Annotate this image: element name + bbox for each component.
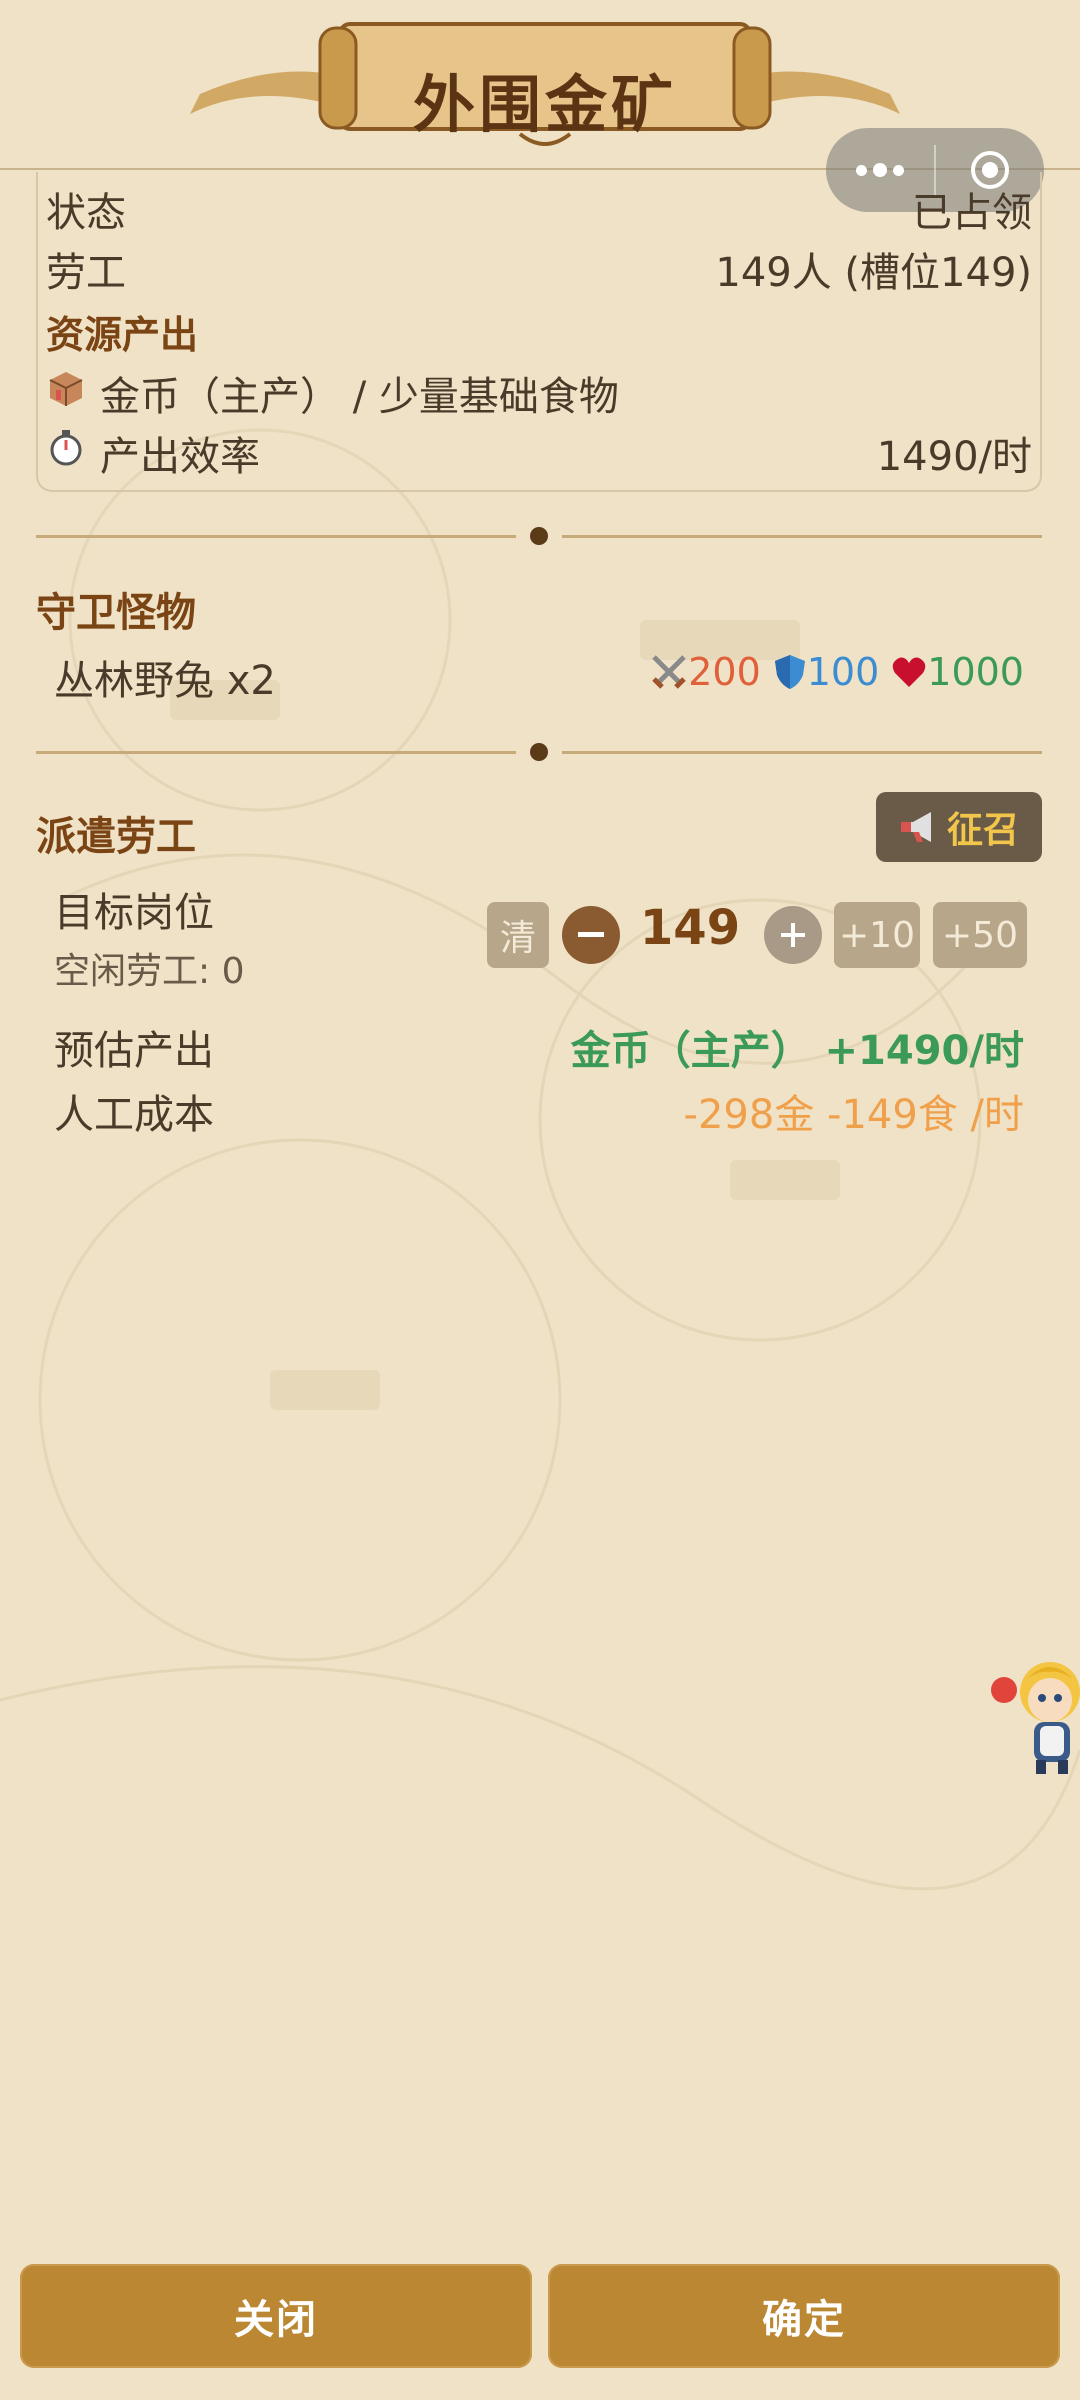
resource-title: 资源产出: [46, 313, 199, 357]
target-label: 目标岗位: [54, 890, 214, 936]
plus-button[interactable]: [764, 906, 822, 964]
plus-50-button[interactable]: +50: [933, 902, 1027, 968]
stopwatch-icon: [46, 428, 86, 478]
notification-dot: [991, 1677, 1017, 1703]
hp-stat: 1000: [891, 650, 1024, 694]
section-divider: [36, 526, 1042, 546]
page-title: 外围金矿: [412, 68, 677, 141]
guard-title: 守卫怪物: [36, 590, 196, 636]
monster-name: 丛林野兔 x2: [54, 658, 276, 704]
efficiency-row: 产出效率 1490/时: [46, 424, 1032, 482]
box-icon: [46, 368, 86, 418]
assistant-avatar[interactable]: [988, 1648, 1080, 1778]
resource-title-row: 资源产出: [46, 304, 1032, 359]
plus-10-button[interactable]: +10: [834, 902, 920, 968]
efficiency-label: 产出效率: [100, 434, 260, 480]
minus-icon: [578, 932, 604, 937]
resource-desc-row: 金币（主产） / 少量基础食物: [46, 364, 1032, 422]
info-panel: 状态 已占领 劳工 149人 (槽位149) 资源产出 金币（主产） / 少量基…: [36, 172, 1042, 492]
status-row: 状态 已占领: [46, 180, 1032, 238]
cost-label: 人工成本: [54, 1092, 214, 1138]
workers-value: 149人 (槽位149): [715, 250, 1032, 296]
attack-stat: 200: [650, 650, 761, 694]
workers-row: 劳工 149人 (槽位149): [46, 240, 1032, 298]
status-label: 状态: [46, 190, 126, 236]
swords-icon: [652, 655, 686, 689]
clear-button[interactable]: 清: [487, 902, 549, 968]
section-divider: [36, 742, 1042, 762]
worker-count[interactable]: 149: [630, 900, 750, 956]
resource-desc: 金币（主产） / 少量基础食物: [100, 374, 619, 420]
efficiency-value: 1490/时: [876, 434, 1032, 480]
recruit-button[interactable]: 征召: [876, 792, 1042, 862]
cost-value: -298金 -149食 /时: [683, 1092, 1024, 1138]
close-button[interactable]: 关闭: [20, 2264, 532, 2368]
dispatch-title: 派遣劳工: [36, 814, 196, 860]
estimate-value: 金币（主产） +1490/时: [570, 1028, 1024, 1074]
idle-workers: 空闲劳工: 0: [54, 951, 245, 992]
confirm-button[interactable]: 确定: [548, 2264, 1060, 2368]
monster-stats: 200 100 1000: [638, 650, 1024, 694]
heart-icon: [893, 657, 926, 687]
megaphone-icon: [900, 812, 931, 842]
status-value: 已占领: [912, 190, 1032, 236]
minus-button[interactable]: [562, 906, 620, 964]
shield-icon: [774, 655, 805, 689]
plus-icon: [781, 923, 805, 947]
title-banner: 外围金矿: [190, 14, 900, 154]
defense-stat: 100: [773, 650, 879, 694]
estimate-label: 预估产出: [54, 1028, 214, 1074]
workers-label: 劳工: [46, 250, 126, 296]
